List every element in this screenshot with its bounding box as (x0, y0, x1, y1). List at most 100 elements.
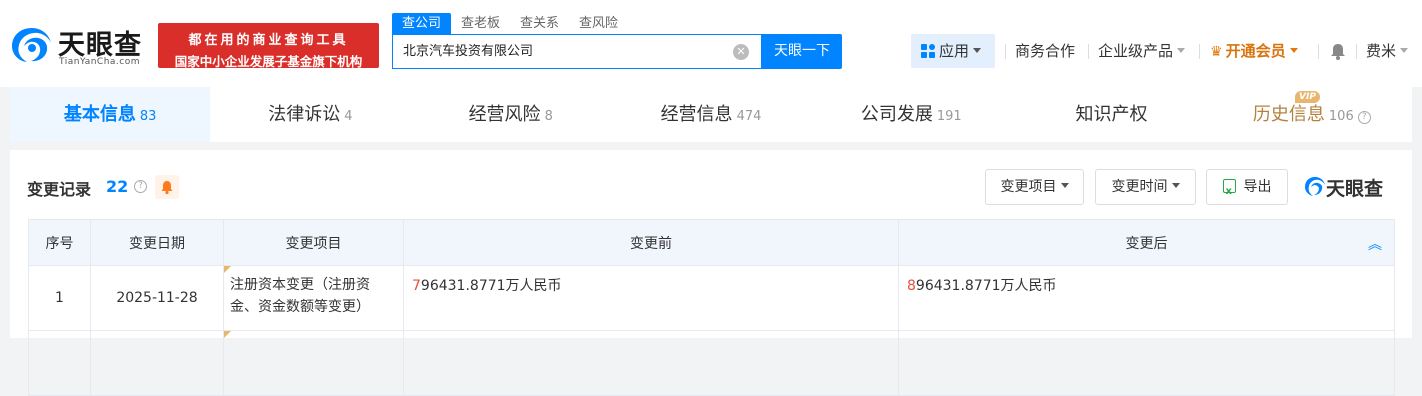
collapse-up-icon[interactable]: ︽ (1368, 234, 1382, 254)
tab-count: 8 (544, 109, 553, 124)
change-records-section: 变更记录 22 ? 变更项目 变更时间 导出 天眼查 序号 变更日期 变更项目 … (10, 150, 1412, 396)
row-change-item: 注册资本变更（注册资金、资金数额等变更） (223, 265, 404, 331)
search-box: ✕ (392, 34, 762, 69)
change-records-table: 序号 变更日期 变更项目 变更前 变更后 ︽ 1 2025-11-28 注册资本… (28, 219, 1395, 396)
tab-label: 历史信息 (1252, 104, 1325, 125)
row-cell (223, 330, 404, 396)
apps-grid-icon (921, 44, 935, 58)
banner-line2: 国家中小企业发展子基金旗下机构 (174, 54, 363, 69)
row-before: 796431.8771万人民币 (403, 265, 899, 331)
filter-item-label: 变更项目 (1000, 179, 1057, 195)
logo-mark-icon (1305, 177, 1325, 196)
nav-business[interactable]: 商务合作 (1015, 34, 1075, 68)
excel-icon (1222, 175, 1236, 209)
table-header-row: 序号 变更日期 变更项目 变更前 变更后 ︽ (28, 219, 1395, 266)
tab-count: 474 (736, 109, 762, 124)
diff-highlight: 8 (907, 278, 916, 294)
search-tab-boss[interactable]: 查老板 (451, 13, 510, 35)
tab-label: 法律诉讼 (268, 104, 341, 125)
search-tab-company[interactable]: 查公司 (392, 13, 452, 35)
chevron-down-icon (1400, 48, 1409, 53)
bell-icon[interactable] (1330, 43, 1346, 60)
chevron-down-icon (1177, 48, 1186, 53)
watermark-logo: 天眼查 (1304, 174, 1404, 200)
tab-label: 经营风险 (468, 104, 541, 125)
row-cell (28, 330, 91, 396)
row-after: 896431.8771万人民币 (898, 265, 1395, 331)
search-tab-risk[interactable]: 查风险 (569, 13, 628, 35)
tab-legal[interactable]: 法律诉讼 4 (210, 87, 410, 142)
top-header: 天眼查 TianYanCha.com 都在用的商业查询工具 国家中小企业发展子基… (0, 0, 1422, 87)
filter-change-item-button[interactable]: 变更项目 (985, 169, 1084, 205)
row-cell (90, 330, 224, 396)
logo-domain: TianYanCha.com (59, 57, 141, 67)
nav-enterprise-label: 企业级产品 (1098, 42, 1174, 60)
tab-operations[interactable]: 经营信息 474 (611, 87, 811, 142)
monitor-bell-button[interactable] (155, 175, 179, 199)
nav-divider (1005, 44, 1006, 59)
row-index: 1 (28, 265, 91, 331)
app-menu-label: 应用 (939, 42, 970, 60)
tab-risk[interactable]: 经营风险 8 (411, 87, 611, 142)
row-cell (898, 330, 1395, 396)
chevron-down-icon (973, 48, 982, 53)
bell-icon (161, 181, 173, 195)
column-header-label: 变更后 (1125, 235, 1168, 252)
tab-count: 191 (936, 109, 962, 124)
clear-icon[interactable]: ✕ (733, 44, 749, 60)
help-icon[interactable]: ? (134, 180, 147, 193)
promo-banner[interactable]: 都在用的商业查询工具 国家中小企业发展子基金旗下机构 (158, 23, 379, 69)
chevron-down-icon (1060, 183, 1069, 188)
table-row: 1 2025-11-28 注册资本变更（注册资金、资金数额等变更） 796431… (28, 265, 1395, 331)
tab-count: 106 (1328, 109, 1354, 124)
nav-divider (1356, 44, 1357, 59)
section-title: 变更记录 (27, 180, 92, 199)
nav-divider (1199, 44, 1200, 59)
row-cell (403, 330, 899, 396)
column-header: 变更日期 (90, 219, 224, 266)
diff-highlight: 7 (412, 278, 421, 294)
chevron-down-icon (1289, 48, 1298, 53)
row-after-text: 96431.8771万人民币 (915, 278, 1057, 294)
help-icon[interactable]: ? (1357, 111, 1371, 124)
search-button[interactable]: 天眼一下 (762, 34, 842, 69)
tab-ip[interactable]: 知识产权 (1011, 87, 1211, 142)
section-count: 22 (106, 177, 129, 196)
filter-time-label: 变更时间 (1111, 179, 1168, 195)
crown-icon: ♛ (1210, 44, 1223, 60)
column-header: 序号 (28, 219, 91, 266)
nav-divider (1318, 44, 1319, 59)
tab-label: 经营信息 (660, 104, 733, 125)
logo-mark-icon (12, 28, 51, 62)
app-menu[interactable]: 应用 (911, 34, 995, 68)
nav-divider (1088, 44, 1089, 59)
chevron-down-icon (1171, 183, 1180, 188)
search-type-tabs: 查公司 查老板 查关系 查风险 (392, 13, 628, 35)
tab-label: 知识产权 (1075, 104, 1148, 125)
company-tabs: 基本信息 83 法律诉讼 4 经营风险 8 经营信息 474 公司发展 191 知识产权 … (10, 87, 1412, 142)
tianyancha-logo[interactable]: 天眼查 TianYanCha.com (10, 22, 150, 70)
logo-text: 天眼查 (1326, 178, 1384, 200)
tab-history[interactable]: VIP 历史信息 106? (1212, 87, 1412, 142)
column-header: 变更项目 (223, 219, 404, 266)
vip-badge: VIP (1295, 91, 1320, 103)
column-header: 变更前 (403, 219, 899, 266)
tab-label: 基本信息 (63, 104, 136, 125)
export-label: 导出 (1243, 179, 1272, 195)
user-menu[interactable]: 费米 (1366, 34, 1409, 68)
row-before-text: 96431.8771万人民币 (420, 278, 562, 294)
column-header: 变更后 ︽ (898, 219, 1395, 266)
filter-change-time-button[interactable]: 变更时间 (1095, 169, 1196, 205)
tab-label: 公司发展 (860, 104, 933, 125)
tab-basic-info[interactable]: 基本信息 83 (10, 87, 211, 142)
search-input[interactable] (403, 35, 723, 68)
tab-development[interactable]: 公司发展 191 (811, 87, 1011, 142)
row-date: 2025-11-28 (90, 265, 224, 331)
tab-count: 83 (139, 109, 157, 124)
nav-enterprise[interactable]: 企业级产品 (1098, 34, 1186, 68)
user-name: 费米 (1366, 42, 1397, 60)
search-tab-relation[interactable]: 查关系 (510, 13, 569, 35)
nav-vip[interactable]: ♛ 开通会员 (1210, 34, 1298, 68)
tab-count: 4 (344, 109, 353, 124)
export-button[interactable]: 导出 (1206, 169, 1288, 209)
